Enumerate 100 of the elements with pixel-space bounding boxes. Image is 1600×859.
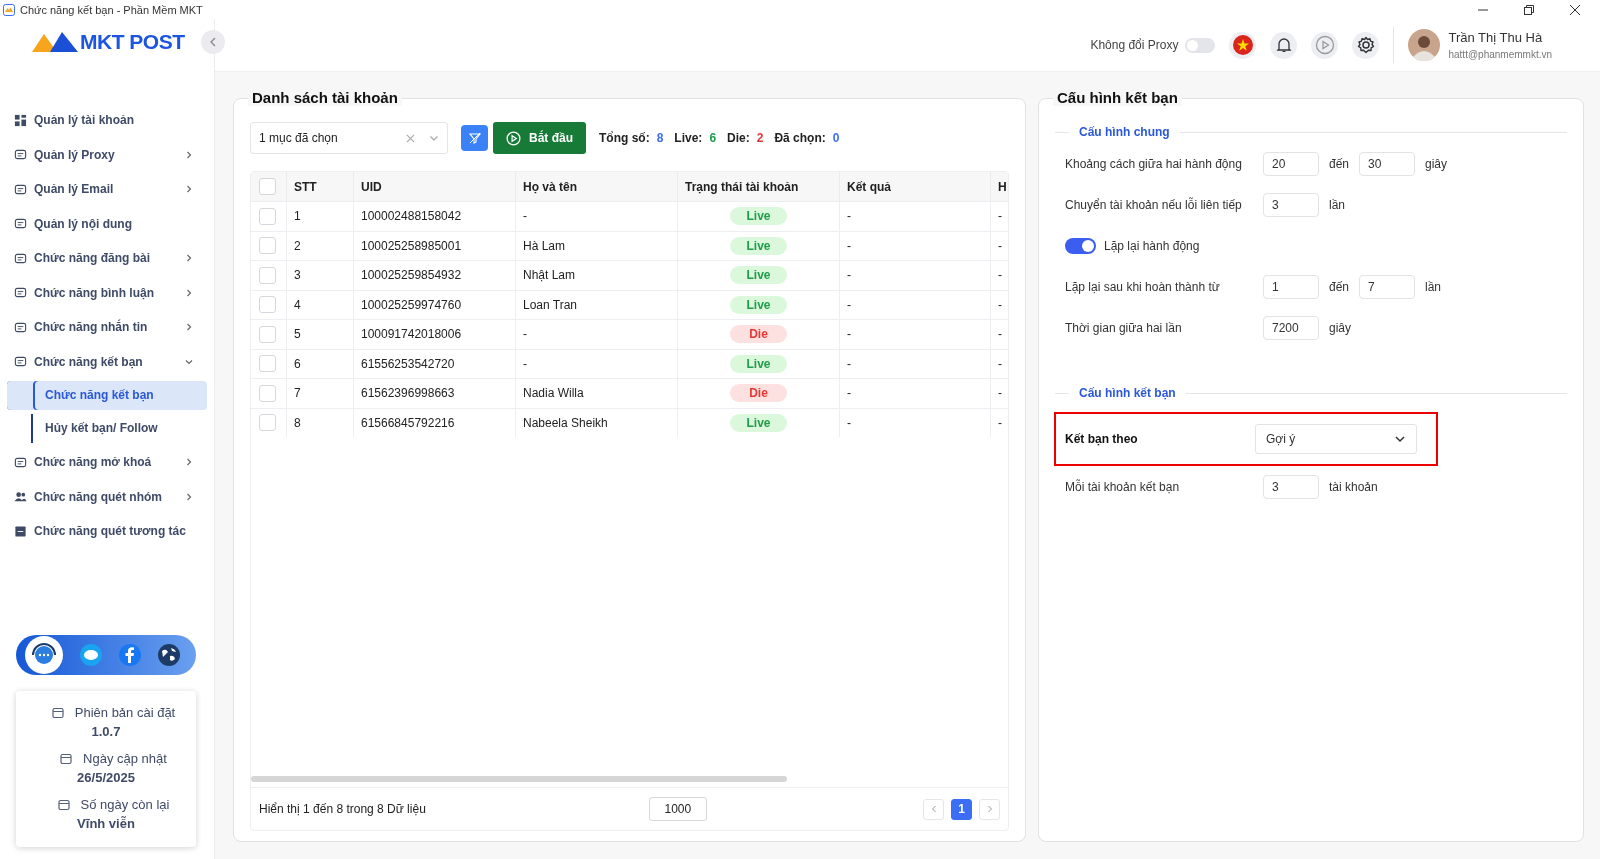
bell-icon [1274, 36, 1293, 54]
row-checkbox[interactable] [259, 237, 276, 255]
table-cell: - [990, 319, 1008, 349]
status-badge: Live [730, 266, 787, 285]
row-checkbox[interactable] [259, 296, 276, 314]
row-checkbox[interactable] [259, 384, 276, 402]
chevron-icon [184, 491, 194, 502]
facebook-icon[interactable] [117, 643, 142, 667]
number-field[interactable]: 1 [1263, 274, 1319, 299]
nav-item[interactable]: Chức năng quét tương tác [0, 514, 214, 549]
menu-item-icon [14, 217, 27, 231]
scrollbar-thumb[interactable] [251, 776, 787, 782]
row-checkbox[interactable] [259, 355, 276, 373]
restore-icon[interactable] [1524, 4, 1534, 15]
section-title: Cấu hình kết bạn [1079, 386, 1176, 400]
nav-item[interactable]: Chức năng đăng bài [0, 241, 214, 276]
chevron-icon [184, 322, 194, 333]
table-cell: 61562396998663 [353, 378, 516, 408]
proxy-toggle[interactable] [1185, 37, 1216, 53]
status-badge: Live [730, 207, 787, 226]
nav-item[interactable]: Quản lý nội dung [0, 206, 214, 241]
chevron-icon [184, 457, 194, 468]
start-button[interactable]: Bắt đầu [493, 122, 586, 154]
table-summary: Hiển thị 1 đến 8 trong 8 Dữ liệu [259, 802, 426, 816]
play-icon [506, 130, 521, 146]
menu-item-icon [14, 286, 27, 300]
panel-title: Cấu hình kết bạn [1053, 89, 1182, 106]
stat-value: 8 [656, 131, 664, 145]
status-badge: Live [730, 295, 787, 314]
stat-value: 6 [709, 131, 717, 145]
table-cell: - [515, 349, 678, 379]
field-label: Thời gian giữa hai lần [1065, 320, 1183, 335]
stat-label: Đã chọn: [774, 131, 826, 145]
number-field[interactable]: 7200 [1263, 315, 1319, 340]
nav-item[interactable]: Chức năng kết bạn [0, 344, 214, 379]
filter-off-icon [468, 132, 481, 144]
language-button[interactable] [1229, 31, 1257, 59]
dropdown[interactable]: Gợi ý [1255, 424, 1417, 454]
table-cell: - [990, 260, 1008, 290]
info-icon [50, 705, 65, 720]
filter-clear-button[interactable] [461, 125, 488, 151]
previous-page-button[interactable] [923, 798, 944, 820]
number-field[interactable]: 20 [1263, 151, 1319, 176]
table-cell: - [990, 349, 1008, 379]
collapse-button[interactable] [201, 30, 225, 54]
range-joiner: đến [1329, 279, 1350, 294]
number-field[interactable]: 3 [1263, 192, 1319, 217]
menu-item-icon [14, 148, 27, 162]
table-cell: Hà Lam [515, 231, 678, 261]
nav-item[interactable]: Chức năng bình luận [0, 275, 214, 310]
range-joiner: đến [1329, 156, 1350, 171]
table-cell: - [839, 408, 991, 437]
page-button[interactable]: 1 [951, 798, 972, 820]
field-label: Chuyển tài khoản nếu lỗi liên tiếp [1065, 197, 1243, 212]
select-all-checkbox[interactable] [259, 178, 276, 195]
globe-icon[interactable] [156, 643, 181, 667]
nav-item[interactable]: Quản lý Email [0, 172, 214, 207]
table-cell: Nabeela Sheikh [515, 408, 678, 437]
submenu-item[interactable]: Chức năng kết bạn [7, 381, 207, 410]
unit-label: lần [1425, 279, 1442, 294]
row-checkbox[interactable] [259, 266, 276, 284]
table-cell: 8 [286, 408, 354, 437]
notification-button[interactable] [1270, 31, 1298, 59]
number-field[interactable]: 3 [1263, 474, 1319, 499]
logo-text: MKT POST [80, 30, 185, 54]
chevron-icon [429, 133, 439, 143]
table-cell: 100091742018006 [353, 319, 516, 349]
next-page-button[interactable] [979, 798, 1000, 820]
page-size-field[interactable]: 1000 [648, 797, 707, 821]
nav-item[interactable]: Chức năng quét nhóm [0, 479, 214, 514]
submenu-item[interactable]: Hủy kết bạn/ Follow [31, 414, 207, 443]
table-cell: 1 [286, 201, 354, 231]
chevron-icon [184, 149, 194, 160]
number-field[interactable]: 7 [1359, 274, 1416, 299]
clear-icon[interactable] [406, 133, 415, 143]
row-checkbox[interactable] [259, 207, 276, 225]
chat-bubble-icon[interactable] [78, 643, 103, 667]
table-cell: 7 [286, 378, 354, 408]
repeat-toggle[interactable] [1065, 237, 1096, 254]
table-cell: 100025258985001 [353, 231, 516, 261]
table-cell: - [990, 231, 1008, 261]
settings-button[interactable] [1352, 31, 1380, 59]
close-icon[interactable] [1570, 4, 1580, 15]
table-cell: - [839, 260, 991, 290]
table-cell: - [839, 231, 991, 261]
nav-item[interactable]: Chức năng mở khoá [0, 445, 214, 480]
proxy-label: Không đổi Proxy [1090, 38, 1179, 52]
row-checkbox[interactable] [259, 325, 276, 343]
nav-item[interactable]: Chức năng nhắn tin [0, 310, 214, 345]
play-button[interactable] [1311, 31, 1339, 59]
nav-item[interactable]: Quản lý tài khoản [0, 103, 214, 138]
number-field[interactable]: 30 [1359, 151, 1416, 176]
support-icon[interactable] [23, 635, 64, 675]
account-select[interactable]: 1 mục đã chọn [250, 122, 448, 154]
menu-item-icon [14, 455, 27, 469]
nav-item[interactable]: Quản lý Proxy [0, 137, 214, 172]
row-checkbox[interactable] [259, 414, 276, 432]
info-label: Số ngày còn lại [80, 797, 170, 812]
info-label: Ngày cập nhật [83, 751, 167, 766]
unit-label: tài khoản [1329, 479, 1378, 494]
